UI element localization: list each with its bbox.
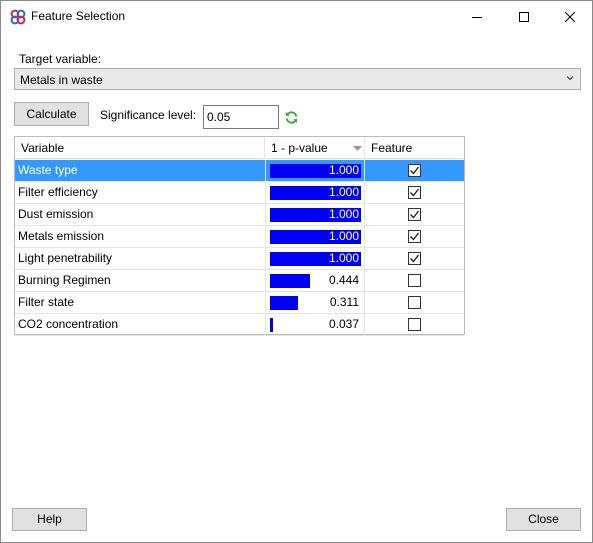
- minimize-button[interactable]: [454, 1, 500, 32]
- pvalue-text: 1.000: [328, 251, 359, 265]
- target-variable-value: Metals in waste: [20, 73, 103, 87]
- maximize-icon: [519, 11, 529, 22]
- variable-name: Light penetrability: [18, 251, 113, 265]
- feature-cell: [365, 270, 464, 291]
- feature-checkbox[interactable]: [408, 274, 421, 287]
- help-button[interactable]: Help: [12, 508, 87, 531]
- feature-cell: [365, 160, 464, 181]
- feature-selection-window: Feature Selection Target variable: Metal…: [0, 0, 593, 543]
- table-row[interactable]: Waste type 1.000: [15, 160, 464, 182]
- pvalue-cell: 1.000: [265, 204, 365, 225]
- table-row[interactable]: Burning Regimen 0.444: [15, 270, 464, 292]
- feature-checkbox[interactable]: [408, 208, 421, 221]
- pvalue-text: 1.000: [328, 207, 359, 221]
- pvalue-text: 0.311: [329, 295, 359, 309]
- sort-descending-icon: [353, 146, 362, 151]
- feature-cell: [365, 248, 464, 269]
- pvalue-cell: 0.444: [265, 270, 365, 291]
- pvalue-text: 0.444: [328, 273, 359, 287]
- variable-name: Waste type: [18, 163, 78, 177]
- target-variable-label: Target variable:: [19, 52, 102, 66]
- calculate-button[interactable]: Calculate: [14, 102, 89, 126]
- variable-name: Filter state: [18, 295, 75, 309]
- table-row[interactable]: Light penetrability 1.000: [15, 248, 464, 270]
- pvalue-cell: 1.000: [265, 248, 365, 269]
- pvalue-text: 1.000: [328, 163, 359, 177]
- table-row[interactable]: Filter state 0.311: [15, 292, 464, 314]
- variable-name: Dust emission: [18, 207, 94, 221]
- feature-cell: [365, 204, 464, 225]
- checkmark-icon: [410, 210, 420, 219]
- table-row[interactable]: CO2 concentration 0.037: [15, 314, 464, 336]
- feature-cell: [365, 182, 464, 203]
- pvalue-bar: [270, 274, 310, 288]
- pvalue-text: 1.000: [328, 185, 359, 199]
- close-window-button[interactable]: [547, 1, 593, 32]
- pvalue-cell: 0.311: [265, 292, 365, 313]
- pvalue-cell: 0.037: [265, 314, 365, 335]
- feature-cell: [365, 292, 464, 313]
- chevron-down-icon: [566, 76, 574, 81]
- pvalue-cell: 1.000: [265, 160, 365, 181]
- variable-name: Filter efficiency: [18, 185, 98, 199]
- variable-name: Metals emission: [18, 229, 105, 243]
- feature-checkbox[interactable]: [408, 164, 421, 177]
- variable-name: Burning Regimen: [18, 273, 111, 287]
- close-button[interactable]: Close: [506, 508, 581, 531]
- maximize-button[interactable]: [501, 1, 547, 32]
- feature-table: Variable 1 - p-value Feature Waste type 1…: [14, 136, 465, 336]
- checkmark-icon: [410, 232, 420, 241]
- pvalue-text: 1.000: [328, 229, 359, 243]
- pvalue-text: 0.037: [328, 317, 359, 331]
- close-icon: [565, 11, 575, 22]
- significance-level-label: Significance level:: [100, 108, 197, 122]
- column-header-feature[interactable]: Feature: [365, 137, 464, 159]
- target-variable-select[interactable]: Metals in waste: [14, 68, 581, 90]
- feature-checkbox[interactable]: [408, 296, 421, 309]
- checkmark-icon: [410, 254, 420, 263]
- pvalue-cell: 1.000: [265, 182, 365, 203]
- column-header-pvalue[interactable]: 1 - p-value: [265, 137, 365, 159]
- pvalue-cell: 1.000: [265, 226, 365, 247]
- variable-name: CO2 concentration: [18, 317, 119, 331]
- column-header-variable[interactable]: Variable: [15, 137, 265, 159]
- checkmark-icon: [410, 166, 420, 175]
- table-row[interactable]: Filter efficiency 1.000: [15, 182, 464, 204]
- minimize-icon: [472, 16, 482, 18]
- pvalue-bar: [270, 296, 298, 310]
- app-logo-icon: [10, 9, 26, 25]
- feature-checkbox[interactable]: [408, 252, 421, 265]
- table-row[interactable]: Metals emission 1.000: [15, 226, 464, 248]
- feature-cell: [365, 314, 464, 335]
- table-row[interactable]: Dust emission 1.000: [15, 204, 464, 226]
- refresh-icon[interactable]: [284, 110, 299, 125]
- checkmark-icon: [410, 188, 420, 197]
- feature-checkbox[interactable]: [408, 186, 421, 199]
- feature-checkbox[interactable]: [408, 230, 421, 243]
- title-bar: Feature Selection: [1, 1, 592, 32]
- feature-cell: [365, 226, 464, 247]
- significance-level-input[interactable]: [203, 105, 279, 129]
- table-header: Variable 1 - p-value Feature: [15, 137, 464, 159]
- feature-checkbox[interactable]: [408, 318, 421, 331]
- window-title: Feature Selection: [31, 9, 126, 23]
- pvalue-bar: [270, 318, 273, 332]
